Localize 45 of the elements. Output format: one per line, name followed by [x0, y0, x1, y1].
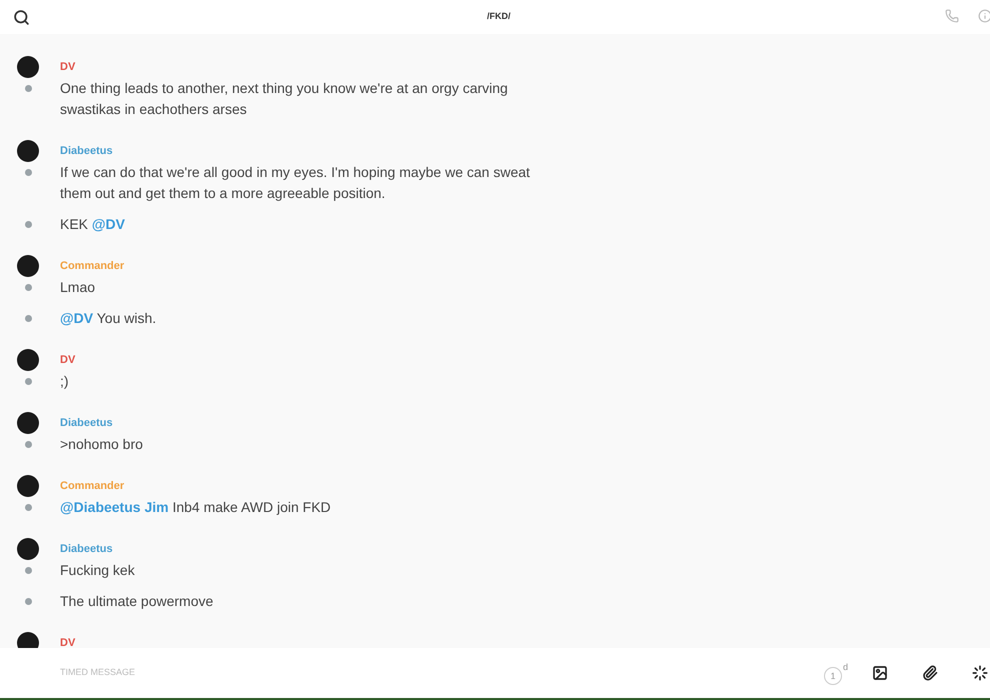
- message-text: @Diabeetus Jim Inb4 make AWD join FKD: [60, 498, 331, 517]
- avatar: [17, 538, 39, 560]
- author-name: Commander: [60, 478, 124, 494]
- author-name: Commander: [60, 258, 124, 274]
- avatar: [17, 412, 39, 434]
- author-name: DV: [60, 352, 76, 368]
- bullet-icon: [25, 85, 32, 92]
- message-text: >nohomo bro: [60, 435, 143, 454]
- message-text: The ultimate powermove: [60, 592, 214, 611]
- bullet-icon: [25, 221, 32, 228]
- avatar: [17, 475, 39, 497]
- message-text: Fucking kek: [60, 561, 135, 580]
- message-text: If we can do that we're all good in my eyes. I'm hoping maybe we can sweat them out and get them to a more agreeable position.: [60, 163, 531, 203]
- bullet-icon: [25, 441, 32, 448]
- bullet-icon: [25, 598, 32, 605]
- message-text: Lmao: [60, 278, 96, 297]
- message-text: One thing leads to another, next thing you know we're at an orgy carving swastikas in eachothers arses: [60, 79, 509, 119]
- search-icon[interactable]: [13, 8, 30, 26]
- bullet-icon: [25, 504, 32, 511]
- mention-link[interactable]: @Diabeetus Jim: [60, 499, 169, 515]
- bullet-icon: [25, 378, 32, 385]
- author-name: DV: [60, 636, 76, 648]
- avatar: [17, 255, 39, 277]
- author-name: DV: [60, 60, 76, 75]
- message-text: @DV You wish.: [60, 309, 156, 328]
- author-name: Diabeetus: [60, 416, 113, 431]
- mention-link[interactable]: @DV: [60, 310, 94, 326]
- avatar: [17, 140, 39, 162]
- avatar: [17, 56, 39, 78]
- avatar: [17, 632, 39, 648]
- image-icon[interactable]: [872, 665, 888, 681]
- bullet-icon: [25, 567, 32, 574]
- bullet-icon: [25, 284, 32, 291]
- message-text: KEK @DV: [60, 215, 126, 234]
- message-input[interactable]: TIMED MESSAGE: [60, 666, 824, 680]
- bullet-icon: [25, 169, 32, 176]
- paperclip-icon[interactable]: [922, 665, 938, 681]
- message-text: ;): [60, 372, 69, 391]
- loader-icon[interactable]: [972, 665, 988, 681]
- author-name: Diabeetus: [60, 144, 113, 159]
- author-name: Diabeetus: [60, 542, 113, 557]
- mention-link[interactable]: @DV: [92, 216, 126, 232]
- bullet-icon: [25, 315, 32, 322]
- channel-title: /FKD/: [487, 10, 510, 24]
- avatar: [17, 349, 39, 371]
